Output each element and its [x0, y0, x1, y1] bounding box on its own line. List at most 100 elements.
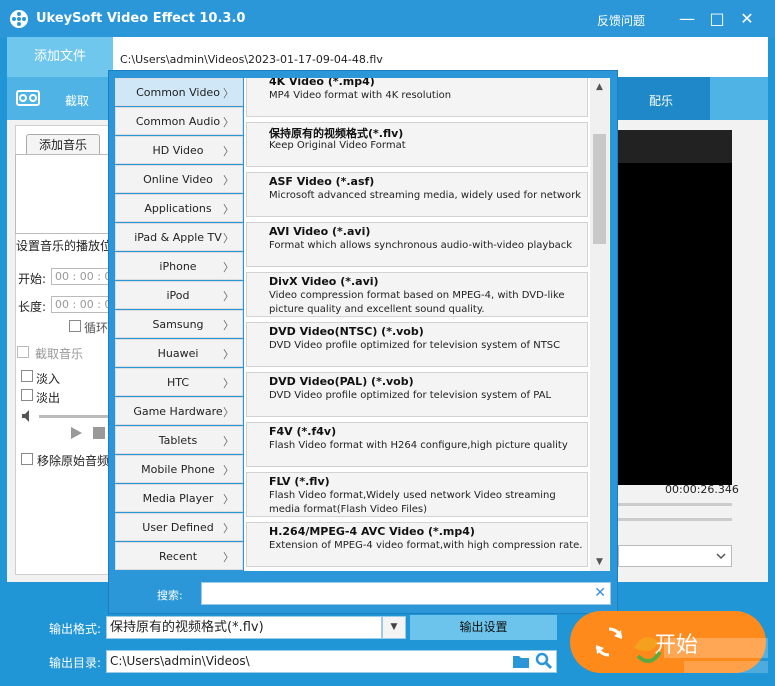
format-title: DVD Video(PAL) (*.vob) — [269, 375, 414, 388]
format-list-scrollbar[interactable]: ▲ ▼ — [590, 78, 609, 571]
format-category-item[interactable]: iPhone 〉 — [115, 252, 243, 280]
fade-out-checkbox[interactable] — [21, 389, 33, 401]
format-item[interactable]: DivX Video (*.avi) Video compression form… — [246, 272, 588, 317]
add-file-button[interactable]: 添加文件 — [7, 37, 113, 77]
format-item[interactable]: DVD Video(NTSC) (*.vob) DVD Video profile… — [246, 322, 588, 367]
fade-out-label: 淡出 — [36, 391, 61, 405]
format-category-label: Samsung — [152, 318, 204, 331]
format-category-item[interactable]: Huawei 〉 — [115, 339, 243, 367]
preview-select[interactable] — [618, 545, 732, 567]
convert-arrows-icon — [595, 627, 623, 657]
speaker-icon[interactable] — [21, 409, 35, 423]
stop-icon[interactable] — [93, 427, 105, 439]
format-item[interactable]: AVI Video (*.avi) Format which allows syn… — [246, 222, 588, 267]
chevron-down-icon[interactable]: ▼ — [382, 616, 406, 639]
chevron-right-icon: 〉 — [223, 87, 234, 100]
restore-icon[interactable]: □ — [707, 9, 727, 29]
format-category-label: Applications — [144, 202, 212, 215]
chevron-right-icon: 〉 — [223, 290, 234, 303]
file-path: C:\Users\admin\Videos\2023-01-17-09-04-4… — [120, 53, 383, 66]
format-category-label: iPad & Apple TV — [134, 231, 222, 244]
format-category-item[interactable]: Tablets 〉 — [115, 426, 243, 454]
chevron-right-icon: 〉 — [223, 551, 234, 564]
fade-in-checkbox[interactable] — [21, 370, 33, 382]
format-category-item[interactable]: HTC 〉 — [115, 368, 243, 396]
video-preview — [618, 130, 732, 485]
format-category-label: Online Video — [143, 173, 213, 186]
format-category-item[interactable]: Online Video 〉 — [115, 165, 243, 193]
format-title: H.264/MPEG-4 AVC Video (*.mp4) — [269, 525, 475, 538]
format-category-item[interactable]: User Defined 〉 — [115, 513, 243, 541]
scroll-thumb[interactable] — [593, 134, 606, 244]
output-settings-button[interactable]: 输出设置 — [410, 615, 557, 640]
format-category-label: HTC — [166, 376, 190, 389]
chevron-right-icon: 〉 — [223, 174, 234, 187]
format-item[interactable]: DVD Video(PAL) (*.vob) DVD Video profile … — [246, 372, 588, 417]
format-category-item[interactable]: Recent 〉 — [115, 542, 243, 570]
scroll-down-icon[interactable]: ▼ — [590, 553, 609, 571]
format-item[interactable]: ASF Video (*.asf) Microsoft advanced stre… — [246, 172, 588, 217]
minimize-icon[interactable]: — — [677, 9, 697, 29]
window-title: UkeySoft Video Effect 10.3.0 — [36, 11, 246, 26]
format-category-label: Mobile Phone — [141, 463, 215, 476]
magnifier-icon[interactable] — [535, 652, 553, 670]
format-search-input[interactable]: ✕ — [201, 582, 611, 605]
format-item[interactable]: 4K Video (*.mp4) MP4 Video format with 4K… — [246, 78, 588, 117]
volume-slider[interactable] — [39, 415, 113, 418]
format-title: FLV (*.flv) — [269, 475, 330, 488]
output-format-select[interactable]: 保持原有的视频格式(*.flv) — [106, 616, 382, 639]
scroll-up-icon[interactable]: ▲ — [590, 78, 609, 96]
format-category-label: Media Player — [142, 492, 214, 505]
tab-dub[interactable]: 配乐 — [607, 77, 710, 120]
remove-original-audio-checkbox[interactable] — [21, 453, 33, 465]
add-music-button[interactable]: 添加音乐 — [26, 134, 100, 156]
format-category-item[interactable]: iPad & Apple TV 〉 — [115, 223, 243, 251]
format-item[interactable]: F4V (*.f4v) Flash Video format with H264 … — [246, 422, 588, 467]
chevron-right-icon: 〉 — [223, 145, 234, 158]
format-category-item[interactable]: Samsung 〉 — [115, 310, 243, 338]
tab-crop[interactable]: 截取 — [65, 92, 89, 109]
format-category-label: Common Video — [136, 86, 220, 99]
video-preview-header — [618, 130, 732, 163]
time-readout: 00:00:26.346 — [665, 483, 739, 496]
feedback-link[interactable]: 反馈问题 — [597, 12, 645, 29]
format-category-item[interactable]: Common Video 〉 — [115, 78, 243, 106]
format-category-label: User Defined — [142, 521, 214, 534]
fade-in-label: 淡入 — [36, 372, 61, 386]
format-category-item[interactable]: Media Player 〉 — [115, 484, 243, 512]
range-slider[interactable] — [618, 518, 732, 521]
chevron-right-icon: 〉 — [223, 203, 234, 216]
loop-label: 循环 — [84, 321, 109, 335]
music-list[interactable] — [15, 154, 115, 234]
format-category-item[interactable]: iPod 〉 — [115, 281, 243, 309]
format-description: MP4 Video format with 4K resolution — [269, 90, 452, 101]
format-item[interactable]: FLV (*.flv) Flash Video format,Widely use… — [246, 472, 588, 517]
start-time-input[interactable]: 00 : 00 : 00 — [51, 268, 113, 285]
chevron-right-icon: 〉 — [223, 406, 234, 419]
format-item[interactable]: 保持原有的视频格式(*.flv) Keep Original Video Form… — [246, 122, 588, 167]
format-description: DVD Video profile optimized for televisi… — [269, 340, 561, 351]
start-label: 开始: — [18, 272, 47, 286]
close-icon[interactable]: ✕ — [737, 9, 757, 29]
format-category-item[interactable]: HD Video 〉 — [115, 136, 243, 164]
format-item[interactable]: H.264/MPEG-4 AVC Video (*.mp4) Extension … — [246, 522, 588, 567]
output-dir-input[interactable]: C:\Users\admin\Videos\ — [106, 650, 557, 673]
crop-music-checkbox[interactable] — [17, 346, 29, 358]
remove-original-audio-label: 移除原始音频 — [37, 454, 110, 468]
format-category-label: HD Video — [152, 144, 204, 157]
length-time-input[interactable]: 00 : 00 : 00 — [51, 296, 113, 313]
folder-icon[interactable] — [512, 653, 530, 669]
format-description: Flash Video format,Widely used network V… — [269, 490, 556, 515]
chevron-down-icon — [716, 553, 726, 560]
watermark-logo — [634, 637, 768, 673]
play-icon[interactable] — [69, 426, 83, 440]
format-category-item[interactable]: Game Hardware 〉 — [115, 397, 243, 425]
progress-slider[interactable] — [618, 503, 732, 506]
format-category-item[interactable]: Applications 〉 — [115, 194, 243, 222]
loop-checkbox[interactable] — [69, 320, 81, 332]
output-format-label: 输出格式: — [49, 622, 102, 636]
format-category-item[interactable]: Mobile Phone 〉 — [115, 455, 243, 483]
clear-icon[interactable]: ✕ — [594, 585, 606, 601]
format-picker-popup: Common Video 〉 Common Audio 〉 HD Video 〉 Onlin… — [108, 70, 618, 614]
format-category-item[interactable]: Common Audio 〉 — [115, 107, 243, 135]
